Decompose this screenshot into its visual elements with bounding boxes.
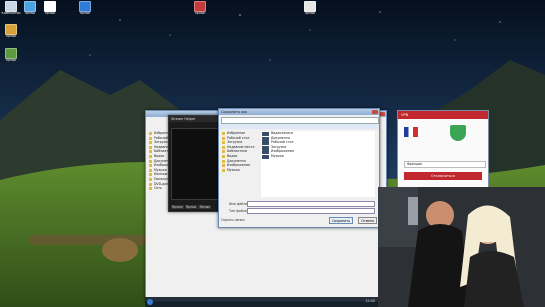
vpn-header: VPN bbox=[398, 111, 488, 119]
filetype-label: Тип файла: bbox=[229, 209, 248, 213]
close-button[interactable] bbox=[372, 110, 378, 114]
app-icon bbox=[5, 24, 17, 35]
app-icon bbox=[44, 1, 56, 12]
address-bar[interactable] bbox=[221, 117, 379, 124]
desktop-icon-3[interactable]: Ярлык bbox=[75, 1, 95, 16]
filetype-row: Тип файла: bbox=[229, 208, 375, 214]
shield-icon bbox=[450, 125, 466, 141]
app-icon bbox=[79, 1, 91, 12]
stream-app-tab[interactable]: Ярлык bbox=[171, 205, 184, 209]
app-icon bbox=[304, 1, 316, 12]
desktop-icon-7[interactable]: Ярлык bbox=[1, 48, 21, 63]
webcam-feed bbox=[378, 187, 545, 307]
desktop-icon-4[interactable]: Ярлык bbox=[190, 1, 210, 16]
desktop-icon-6[interactable]: Ярлык bbox=[1, 24, 21, 39]
dialog-footer: Скрыть папки Сохранить Отмена bbox=[221, 217, 377, 224]
save-file-list: Видеозаписи Документы Рабочий стол Загру… bbox=[261, 131, 375, 197]
taskbar: 12:00 bbox=[145, 297, 378, 307]
stream-app-tab[interactable]: Ярлык bbox=[184, 205, 198, 209]
stream-app-window[interactable]: Stream Helper Ярлык Ярлык Ярлык bbox=[168, 115, 225, 212]
save-sidebar: Избранное Рабочий стол Загрузки Недавние… bbox=[221, 131, 259, 172]
vpn-window[interactable]: VPN Франция Отключиться bbox=[397, 110, 489, 190]
filename-input[interactable] bbox=[247, 201, 375, 207]
cancel-button[interactable]: Отмена bbox=[358, 217, 377, 224]
desktop-icon-1[interactable]: Ярлык bbox=[20, 1, 40, 16]
save-as-dialog[interactable]: Сохранить как Избранное Рабочий стол Заг… bbox=[218, 108, 380, 228]
hide-folders-toggle[interactable]: Скрыть папки bbox=[221, 218, 245, 222]
filename-row: Имя файла: bbox=[229, 201, 375, 207]
stream-app-tabs: Ярлык Ярлык Ярлык bbox=[171, 205, 212, 209]
flag-icon bbox=[404, 127, 418, 137]
file-list-item[interactable]: Музыка bbox=[261, 154, 375, 159]
save-as-titlebar[interactable]: Сохранить как bbox=[219, 109, 379, 115]
app-icon bbox=[194, 1, 206, 12]
desktop-icon-5[interactable]: Ярлык bbox=[300, 1, 320, 16]
stream-app-canvas bbox=[171, 128, 223, 200]
start-button[interactable] bbox=[147, 299, 153, 305]
stream-app-titlebar[interactable]: Stream Helper bbox=[169, 116, 224, 122]
filetype-select[interactable] bbox=[247, 208, 375, 214]
app-icon bbox=[5, 48, 17, 59]
save-button[interactable]: Сохранить bbox=[329, 217, 353, 224]
taskbar-clock[interactable]: 12:00 bbox=[365, 299, 375, 303]
vpn-location[interactable]: Франция bbox=[404, 161, 486, 168]
save-sidebar-item[interactable]: Музыка bbox=[221, 168, 259, 173]
toolbar bbox=[219, 124, 379, 129]
webcam-overlay bbox=[378, 187, 545, 307]
vpn-connect-button[interactable]: Отключиться bbox=[404, 172, 482, 180]
stream-app-tab[interactable]: Ярлык bbox=[198, 205, 212, 209]
app-icon bbox=[24, 1, 36, 12]
computer-icon bbox=[5, 1, 17, 12]
filename-label: Имя файла: bbox=[229, 202, 249, 206]
desktop-icon-computer[interactable]: Компьютер bbox=[1, 1, 21, 16]
desktop-icon-2[interactable]: Ярлык bbox=[40, 1, 60, 16]
